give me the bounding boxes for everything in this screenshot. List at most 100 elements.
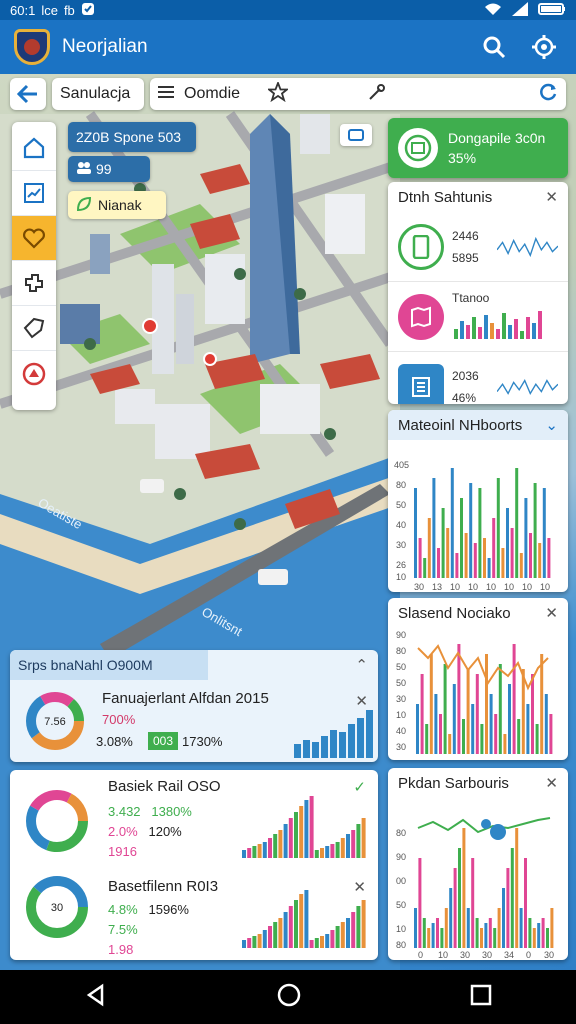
- chart-bar: [436, 918, 439, 948]
- overview-pct-2: 3.08%: [96, 734, 133, 749]
- chart-bar: [460, 498, 463, 578]
- chart-bar: [304, 890, 309, 948]
- close-icon[interactable]: ✕: [545, 604, 558, 622]
- chevron-icon[interactable]: ⌃: [355, 656, 368, 674]
- chart-bar: [335, 842, 340, 858]
- refresh-icon[interactable]: [538, 82, 558, 107]
- close-icon[interactable]: ✕: [545, 188, 558, 206]
- chart-bar: [493, 928, 497, 948]
- chart-panel-scenarios-header: Pkdan Sarbouris ✕: [388, 768, 568, 798]
- stat-value: 2446: [452, 228, 479, 243]
- tag-icon[interactable]: [12, 306, 56, 351]
- chart-bar: [506, 508, 509, 578]
- chart-bar: [524, 498, 528, 578]
- battery-icon: [538, 2, 566, 19]
- chart-bar: [314, 938, 319, 948]
- chart-bar: [252, 846, 257, 858]
- overview-panel: Srps bnaNahl O900M ⌃ 7.56 Fanuajerlant A…: [10, 650, 378, 762]
- search-icon[interactable]: [476, 29, 512, 65]
- close-icon[interactable]: ✕: [545, 774, 558, 792]
- left-tool-rail: [12, 122, 56, 410]
- chevron-down-icon[interactable]: ⌄: [545, 416, 558, 434]
- chart-bar: [541, 918, 545, 948]
- stat-row[interactable]: 2446 5895: [388, 212, 568, 282]
- chart-bar: [268, 926, 272, 948]
- stat-value: 46%: [452, 391, 477, 404]
- search-input[interactable]: Sanulacja: [52, 78, 144, 110]
- chart-bar: [453, 868, 457, 948]
- chart-bar: [489, 694, 493, 754]
- recents-square-icon[interactable]: [470, 984, 492, 1011]
- chart-bar: [288, 818, 293, 858]
- overview-badge: 003: [148, 732, 178, 750]
- callout-primary-title: 2Z0B Spone 503: [76, 129, 182, 145]
- status-time: 60:1: [10, 2, 36, 18]
- chart-bar: [515, 828, 519, 948]
- chart-bar: [351, 830, 356, 858]
- heart-icon[interactable]: [12, 216, 56, 261]
- chart-bar: [361, 900, 366, 948]
- home-circle-icon[interactable]: [276, 982, 302, 1013]
- chart-panel-scenarios-title: Pkdan Sarbouris: [398, 774, 509, 792]
- overview-panel-header: Srps bnaNahl O900M: [10, 650, 208, 680]
- overview-badge-value: 1730%: [182, 734, 223, 749]
- chart-bar: [422, 918, 426, 948]
- map-layer-chip[interactable]: [340, 124, 372, 146]
- chart-bar: [309, 940, 314, 948]
- chart-bar: [488, 918, 492, 948]
- chart-bar: [273, 834, 278, 858]
- layers-icon[interactable]: [12, 261, 56, 306]
- home-icon[interactable]: [12, 126, 56, 171]
- stat-row[interactable]: 2036 46%: [388, 352, 568, 404]
- stat-b: 120%: [148, 824, 182, 839]
- chart-bar: [432, 478, 436, 578]
- back-arrow-icon[interactable]: [10, 78, 46, 110]
- chart-bar: [542, 488, 546, 578]
- status-left-text: lce: [41, 2, 58, 18]
- mode-selector[interactable]: Oomdie: [150, 78, 566, 110]
- callout-note-text: Nianak: [98, 197, 142, 213]
- stat-b: 1596%: [148, 902, 189, 917]
- pin-icon[interactable]: [368, 83, 386, 106]
- chart-bar: [356, 824, 361, 858]
- chart-icon[interactable]: [12, 171, 56, 216]
- y-tick: 80: [396, 940, 406, 950]
- chart-bar: [414, 908, 417, 948]
- chart-bar: [304, 800, 309, 858]
- map-callout-secondary[interactable]: 99: [68, 156, 150, 182]
- star-icon[interactable]: [266, 79, 290, 107]
- chart-bar: [533, 483, 537, 578]
- check-shield-icon: [81, 2, 95, 19]
- back-triangle-icon[interactable]: [84, 983, 108, 1012]
- signal-icon: [512, 1, 528, 19]
- overview-pct-1: 700%: [102, 712, 136, 727]
- chart-bar: [485, 654, 488, 754]
- map-callout-note[interactable]: Nianak: [68, 191, 166, 219]
- settings-gear-icon[interactable]: [526, 29, 562, 65]
- chart-bar: [483, 538, 486, 578]
- chart-bar: [288, 906, 293, 948]
- chart-bar: [471, 858, 475, 948]
- chart-bar: [242, 940, 246, 948]
- y-axis-ticks: 405 80 50 40 30 26 10: [394, 460, 409, 582]
- stat-a: 2.0%: [108, 824, 138, 839]
- chart-bar: [466, 908, 470, 948]
- list-icon[interactable]: [158, 85, 174, 104]
- map-callout-primary[interactable]: 2Z0B Spone 503: [68, 122, 196, 152]
- report-2-stats: 4.8% 1596% 7.5% 1.98: [108, 900, 189, 960]
- overview-bars: [294, 710, 373, 758]
- stat-row[interactable]: Ttanoo: [388, 282, 568, 352]
- summary-card[interactable]: Dongapile 3c0n 35%: [388, 118, 568, 178]
- chart-bar: [294, 900, 298, 948]
- chart-bar: [320, 848, 324, 858]
- chart-bar: [517, 719, 521, 754]
- chart-bar: [414, 488, 417, 578]
- chart-bar: [521, 669, 525, 754]
- chart-bar: [503, 734, 507, 754]
- chart-bar: [458, 848, 461, 948]
- search-value: Sanulacja: [60, 85, 131, 102]
- chart-bar: [444, 908, 448, 948]
- chart-bar: [252, 936, 257, 948]
- chart-bar: [508, 684, 511, 754]
- alert-icon[interactable]: [12, 351, 56, 396]
